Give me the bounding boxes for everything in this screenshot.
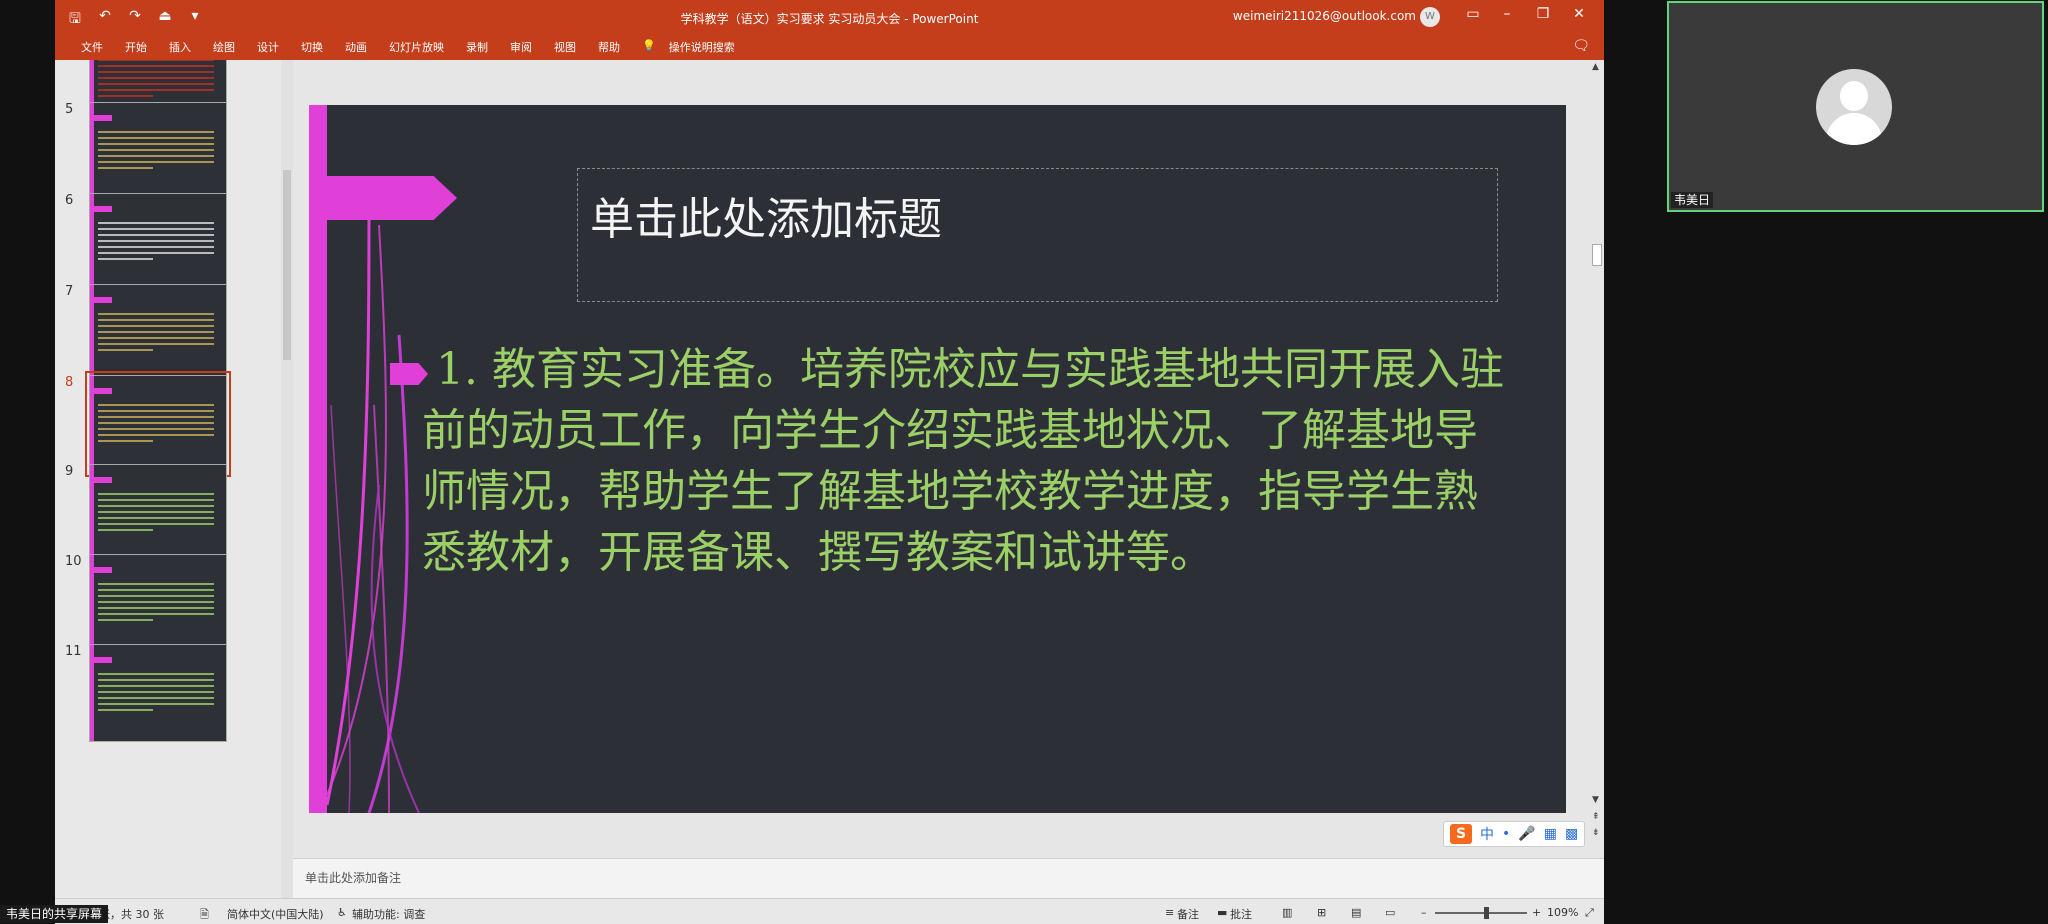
account-email[interactable]: weimeiri211026@outlook.com	[1233, 9, 1416, 23]
ribbon-tab[interactable]: 文件	[70, 39, 114, 55]
normal-view-icon[interactable]: ▥	[1282, 906, 1292, 919]
slide-count-status: 张，共 30 张	[99, 908, 164, 921]
ribbon-tab[interactable]: 审阅	[499, 39, 543, 55]
title-placeholder[interactable]: 单击此处添加标题	[577, 168, 1498, 302]
next-slide-icon[interactable]: ⇟	[1592, 828, 1600, 838]
current-slide[interactable]: 单击此处添加标题 1. 教育实习准备。培养院校应与实践基地共同开展入驻前的动员工…	[309, 105, 1566, 813]
zoom-slider-track[interactable]	[1435, 912, 1527, 914]
restore-icon[interactable]: ❐	[1532, 6, 1554, 22]
comments-toggle-icon[interactable]: ▬	[1217, 906, 1227, 919]
comments-toggle-button[interactable]: 批注	[1230, 906, 1252, 922]
zoom-out-icon[interactable]: –	[1421, 906, 1427, 919]
comments-icon[interactable]: 🗨	[1572, 38, 1590, 54]
ribbon-display-icon[interactable]: ▭	[1462, 6, 1484, 22]
accessibility-icon[interactable]: ♿	[337, 906, 347, 919]
zoom-in-icon[interactable]: +	[1532, 906, 1541, 919]
ime-language-toggle[interactable]: 中	[1480, 824, 1494, 844]
scroll-up-icon[interactable]: ▲	[1592, 62, 1599, 72]
ribbon-tab[interactable]: 录制	[455, 39, 499, 55]
accessibility-status[interactable]: 辅助功能: 调查	[352, 906, 425, 922]
slide-thumbnail[interactable]	[89, 644, 227, 742]
participant-name: 韦美日	[1671, 192, 1714, 208]
left-accent-bar	[309, 105, 327, 813]
prev-slide-icon[interactable]: ⇞	[1592, 812, 1600, 822]
slide-number: 5	[65, 102, 74, 117]
ribbon-tab[interactable]: 插入	[158, 39, 202, 55]
notes-placeholder: 单击此处添加备注	[305, 871, 402, 885]
slide-number: 10	[65, 554, 82, 569]
reading-view-icon[interactable]: ▤	[1351, 906, 1361, 919]
status-bar: 张，共 30 张 🗎 简体中文(中国大陆) ♿ 辅助功能: 调查 ≡ 备注 ▬ …	[55, 898, 1604, 924]
language-status[interactable]: 简体中文(中国大陆)	[227, 906, 324, 922]
slide-body-text[interactable]: 1. 教育实习准备。培养院校应与实践基地共同开展入驻前的动员工作，向学生介绍实践…	[422, 339, 1512, 583]
slide-number: 11	[65, 644, 82, 659]
ribbon-tab[interactable]: 开始	[114, 39, 158, 55]
slide-scrollbar[interactable]: ▲ ▼ ⇞ ⇟	[1590, 60, 1604, 858]
notes-toggle-button[interactable]: 备注	[1177, 906, 1199, 922]
ime-voice-icon[interactable]: 🎤	[1518, 826, 1535, 842]
ribbon-tab[interactable]: 切换	[290, 39, 334, 55]
powerpoint-window: 🖫 ↶ ↷ ⏏ ▾ 学科教学（语文）实习要求 实习动员大会 - PowerPoi…	[55, 0, 1604, 924]
ribbon-tab[interactable]: 设计	[246, 39, 290, 55]
minimize-icon[interactable]: –	[1496, 6, 1518, 22]
slide-sorter-icon[interactable]: ⊞	[1317, 906, 1326, 919]
slide-thumbnail[interactable]	[89, 102, 227, 200]
notes-toggle-icon[interactable]: ≡	[1165, 906, 1174, 919]
slide-thumbnail[interactable]	[89, 284, 227, 382]
zoom-level[interactable]: 109%	[1547, 906, 1578, 919]
slide-thumbnail[interactable]	[89, 554, 227, 652]
ime-keyboard-icon[interactable]: ▦	[1544, 826, 1557, 842]
ribbon-tab[interactable]: 动画	[334, 39, 378, 55]
slide-number: 9	[65, 464, 74, 479]
title-arrow-shape	[327, 176, 457, 220]
slide-body-content: 1. 教育实习准备。培养院校应与实践基地共同开展入驻前的动员工作，向学生介绍实践…	[422, 344, 1504, 578]
ribbon-tab[interactable]: 幻灯片放映	[378, 39, 455, 55]
fit-slide-icon[interactable]: ⤢	[1585, 906, 1594, 920]
title-placeholder-text: 单击此处添加标题	[590, 194, 942, 245]
slide-number: 6	[65, 193, 74, 208]
ribbon-tab[interactable]: 帮助	[587, 39, 631, 55]
ime-toolbar: S 中 • 🎤 ▦ ▩	[1443, 821, 1586, 847]
screen-share-label: 韦美日的共享屏幕	[0, 905, 109, 923]
notes-pane[interactable]: 单击此处添加备注	[293, 858, 1604, 898]
ribbon-tabs-bar: 文件 开始 插入 绘图 设计 切换 动画 幻灯片放映 录制 审阅 视图 帮助 💡 操作说明搜索 🗨	[55, 34, 1604, 60]
thumbnail-scrollbar[interactable]	[281, 60, 293, 898]
slide-number: 8	[65, 375, 74, 390]
screen: 🖫 ↶ ↷ ⏏ ▾ 学科教学（语文）实习要求 实习动员大会 - PowerPoi…	[0, 0, 2048, 924]
ribbon-tabs: 文件 开始 插入 绘图 设计 切换 动画 幻灯片放映 录制 审阅 视图 帮助 💡 操作说明搜索	[70, 39, 746, 55]
slide-editing-area: 单击此处添加标题 1. 教育实习准备。培养院校应与实践基地共同开展入驻前的动员工…	[293, 60, 1604, 858]
title-bar: 🖫 ↶ ↷ ⏏ ▾ 学科教学（语文）实习要求 实习动员大会 - PowerPoi…	[55, 0, 1604, 34]
thumbnail-scroll-thumb[interactable]	[283, 170, 291, 360]
ribbon-tab[interactable]: 绘图	[202, 39, 246, 55]
account-avatar[interactable]: W	[1420, 7, 1440, 27]
spellcheck-icon[interactable]: 🗎	[200, 906, 209, 924]
slide-thumbnail[interactable]	[89, 193, 227, 291]
slide-thumbnail-pane: 5 6 7 8 9 10 11	[55, 60, 293, 898]
slide-scroll-thumb[interactable]	[1592, 244, 1602, 266]
zoom-slider-thumb[interactable]	[1483, 907, 1489, 919]
ime-tools-icon[interactable]: ▩	[1565, 826, 1578, 842]
ribbon-tab[interactable]: 视图	[543, 39, 587, 55]
ime-punctuation-icon[interactable]: •	[1502, 826, 1510, 842]
close-icon[interactable]: ✕	[1568, 6, 1590, 22]
scroll-down-icon[interactable]: ▼	[1592, 795, 1599, 805]
sogou-logo-icon[interactable]: S	[1450, 824, 1472, 844]
slideshow-view-icon[interactable]: ▭	[1385, 906, 1395, 919]
slide-number: 7	[65, 284, 74, 299]
slide-thumbnail[interactable]	[85, 371, 231, 477]
tell-me-icon[interactable]: 💡	[631, 39, 667, 55]
slide-thumbnail[interactable]	[89, 464, 227, 562]
participant-avatar-icon	[1816, 69, 1892, 145]
participant-video-tile[interactable]: 韦美日	[1667, 1, 2044, 212]
tell-me-search[interactable]: 操作说明搜索	[667, 39, 746, 55]
